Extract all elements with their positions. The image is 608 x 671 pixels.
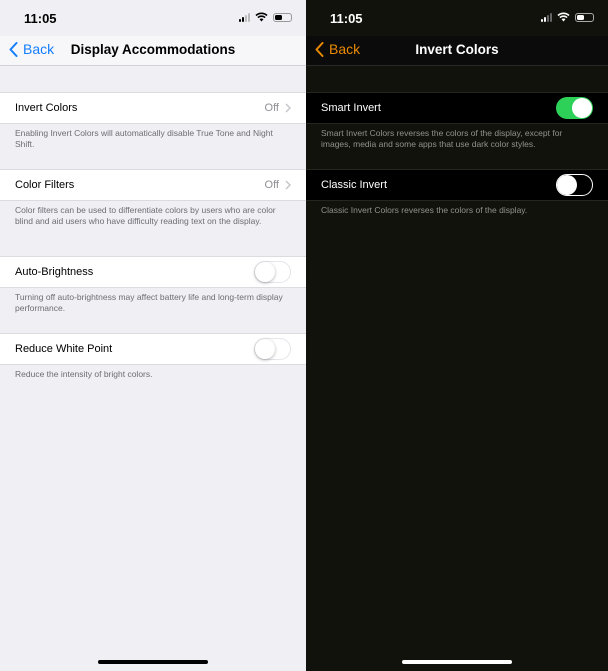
auto-brightness-row: Auto-Brightness — [0, 256, 306, 288]
home-indicator[interactable] — [98, 660, 208, 664]
row-label: Reduce White Point — [15, 343, 113, 355]
chevron-right-icon — [285, 103, 291, 113]
row-value: Off — [264, 102, 279, 114]
battery-icon — [575, 12, 594, 22]
wifi-icon — [255, 12, 268, 22]
reduce-white-point-toggle[interactable] — [254, 338, 291, 360]
reduce-white-point-row: Reduce White Point — [0, 333, 306, 365]
status-time: 11:05 — [24, 11, 57, 26]
status-bar: 11:05 — [0, 0, 306, 36]
chevron-left-icon — [315, 41, 324, 57]
chevron-right-icon — [285, 180, 291, 190]
classic-invert-toggle[interactable] — [556, 174, 593, 196]
back-button[interactable]: Back — [315, 41, 360, 57]
back-label: Back — [329, 41, 361, 57]
classic-invert-footnote: Classic Invert Colors reverses the color… — [321, 205, 528, 215]
color-filters-footnote: Color filters can be used to differentia… — [15, 205, 276, 226]
reduce-white-point-footnote: Reduce the intensity of bright colors. — [15, 369, 153, 379]
row-value: Off — [264, 179, 279, 191]
auto-brightness-footnote: Turning off auto-brightness may affect b… — [15, 292, 283, 313]
smart-invert-toggle[interactable] — [556, 97, 593, 119]
row-label: Color Filters — [15, 179, 75, 191]
navigation-bar: Back Display Accommodations — [0, 36, 306, 66]
status-bar: 11:05 — [306, 0, 608, 36]
smart-invert-row: Smart Invert — [306, 92, 608, 124]
invert-colors-footnote: Enabling Invert Colors will automaticall… — [15, 128, 273, 149]
navigation-bar: Back Invert Colors — [306, 36, 608, 66]
row-label: Invert Colors — [15, 102, 78, 114]
classic-invert-row: Classic Invert — [306, 169, 608, 201]
cellular-signal-icon — [239, 12, 250, 22]
home-indicator[interactable] — [402, 660, 512, 664]
smart-invert-footnote: Smart Invert Colors reverses the colors … — [321, 128, 563, 149]
status-time: 11:05 — [330, 11, 363, 26]
display-accommodations-screen: 11:05 Back Display Accommodations Invert… — [0, 0, 306, 671]
row-label: Auto-Brightness — [15, 266, 94, 278]
cellular-signal-icon — [541, 12, 552, 22]
auto-brightness-toggle[interactable] — [254, 261, 291, 283]
row-label: Classic Invert — [321, 179, 388, 191]
chevron-left-icon — [9, 41, 18, 57]
invert-colors-row[interactable]: Invert Colors Off — [0, 92, 306, 124]
color-filters-row[interactable]: Color Filters Off — [0, 169, 306, 201]
wifi-icon — [557, 12, 570, 22]
back-button[interactable]: Back — [9, 41, 54, 57]
row-label: Smart Invert — [321, 102, 381, 114]
back-label: Back — [23, 41, 55, 57]
battery-icon — [273, 12, 292, 22]
invert-colors-screen: 11:05 Back Invert Colors Smart Invert Sm… — [306, 0, 608, 671]
